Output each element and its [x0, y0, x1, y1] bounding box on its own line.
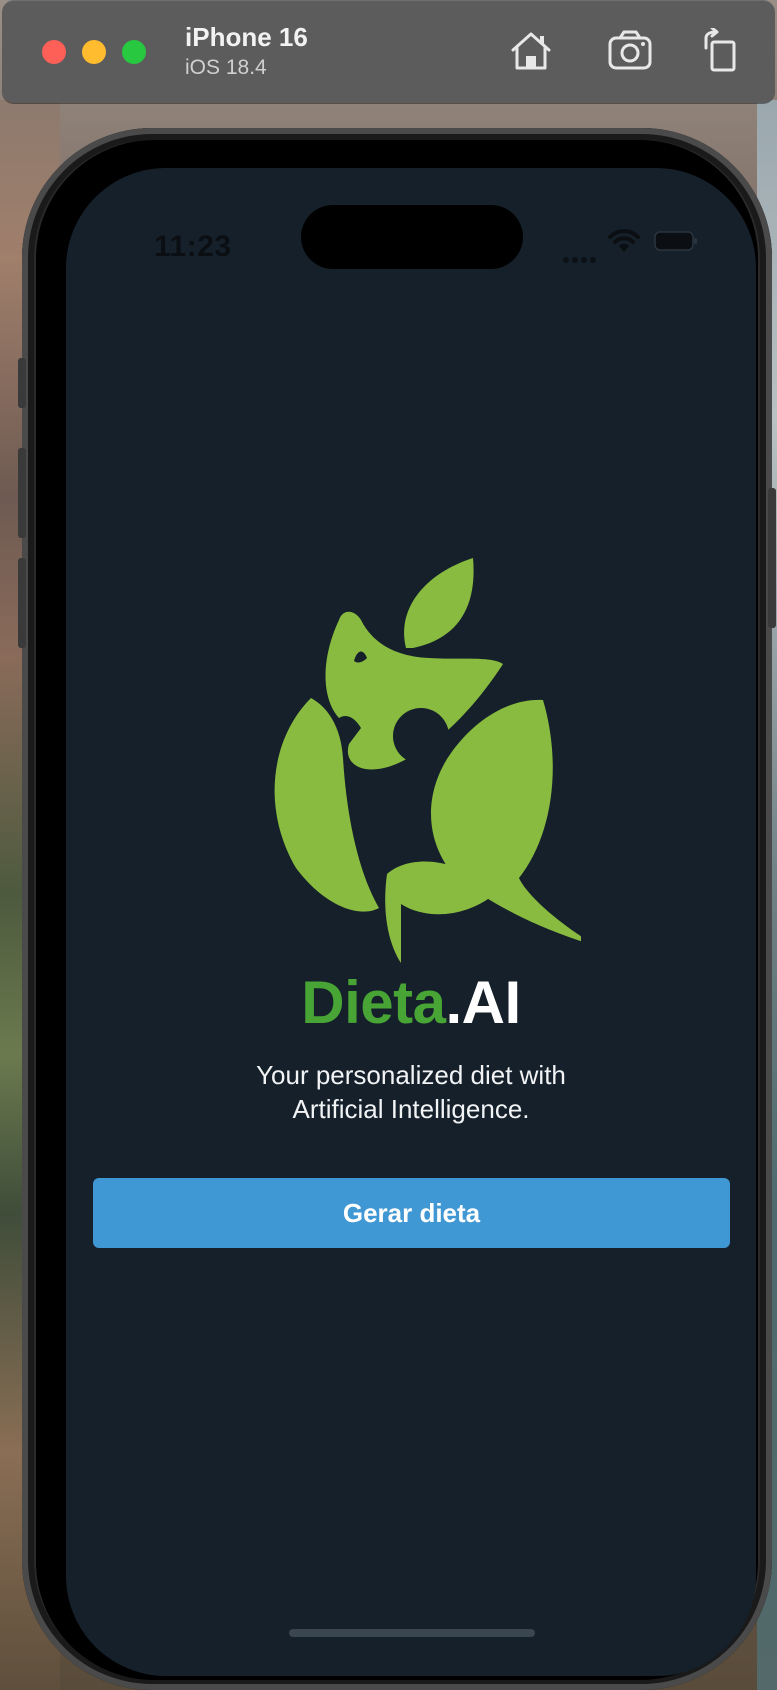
- tagline-line-2: Artificial Intelligence.: [292, 1094, 530, 1124]
- tagline: Your personalized diet with Artificial I…: [66, 1058, 756, 1126]
- status-time: 11:23: [154, 230, 232, 263]
- simulator-titlebar: iPhone 16 iOS 18.4: [2, 0, 775, 103]
- zoom-window-button[interactable]: [122, 40, 146, 64]
- action-button[interactable]: [18, 358, 26, 408]
- brand-name-primary: Dieta: [301, 969, 446, 1036]
- screenshot-icon: [608, 30, 652, 70]
- tagline-line-1: Your personalized diet with: [256, 1060, 566, 1090]
- close-window-button[interactable]: [42, 40, 66, 64]
- rotate-icon: [704, 26, 736, 72]
- brand-name-secondary: .AI: [445, 969, 522, 1036]
- dynamic-island: [301, 205, 523, 269]
- device-os-version: iOS 18.4: [185, 56, 267, 79]
- device-name: iPhone 16: [185, 22, 308, 52]
- power-button[interactable]: [768, 488, 776, 628]
- home-indicator[interactable]: [289, 1629, 535, 1637]
- home-button[interactable]: [507, 28, 555, 74]
- volume-down-button[interactable]: [18, 558, 26, 648]
- app-screen: 11:23 Dieta.AI Your personalized diet wi…: [66, 168, 756, 1676]
- rotate-button[interactable]: [698, 26, 746, 74]
- brand-title: Dieta.AI: [66, 968, 756, 1037]
- battery-icon: [654, 231, 697, 251]
- phone-bezel: 11:23 Dieta.AI Your personalized diet wi…: [36, 140, 758, 1680]
- signal-dots-icon: [563, 250, 603, 263]
- screenshot-button[interactable]: [606, 28, 654, 74]
- generate-diet-button[interactable]: Gerar dieta: [93, 1178, 730, 1248]
- wifi-icon: [608, 229, 640, 252]
- volume-up-button[interactable]: [18, 448, 26, 538]
- home-icon: [511, 32, 551, 70]
- iphone-frame: 11:23 Dieta.AI Your personalized diet wi…: [18, 128, 776, 1690]
- minimize-window-button[interactable]: [82, 40, 106, 64]
- dieta-ai-logo: [274, 558, 581, 963]
